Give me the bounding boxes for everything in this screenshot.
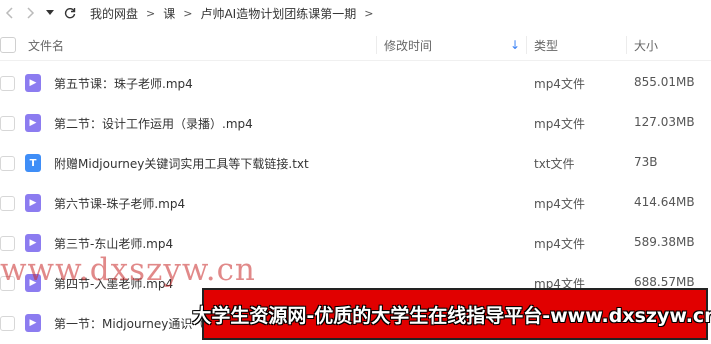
file-name[interactable]: 附赠Midjourney关键词实用工具等下载链接.txt [54,155,309,172]
row-checkbox[interactable] [0,116,15,131]
table-header: 文件名 修改时间 ↓ 类型 大小 [0,30,711,61]
breadcrumb-separator-icon: > [146,6,156,20]
watermark-url: www.dxszyw.cn [0,252,256,288]
watermark-banner-text: 大学生资源网-优质的大学生在线指导平台-www.dxszyw.cn [192,304,711,327]
row-checkbox[interactable] [0,236,15,251]
row-checkbox[interactable] [0,196,15,211]
back-icon[interactable] [0,2,20,24]
file-type: mp4文件 [534,237,585,251]
file-size: 127.03MB [634,115,695,129]
table-row[interactable]: ▶ 第六节课-珠子老师.mp4 mp4文件 414.64MB [0,183,711,223]
file-size: 414.64MB [634,195,695,209]
file-type: txt文件 [534,157,575,171]
table-row[interactable]: T 附赠Midjourney关键词实用工具等下载链接.txt txt文件 73B [0,143,711,183]
file-name[interactable]: 第五节课：珠子老师.mp4 [54,75,193,92]
history-dropdown-icon[interactable] [40,2,60,24]
file-name[interactable]: 第三节-东山老师.mp4 [54,235,173,252]
breadcrumb-my-drive[interactable]: 我的网盘 [90,5,138,22]
file-name[interactable]: 第一节：Midjourney通识（ [54,315,204,332]
video-file-icon: ▶ [25,234,41,252]
sort-descending-icon[interactable]: ↓ [510,38,520,52]
breadcrumb-folder-course[interactable]: 课 [163,5,175,22]
watermark-banner: 大学生资源网-优质的大学生在线指导平台-www.dxszyw.cn [192,288,711,340]
file-size: 589.38MB [634,235,695,249]
row-checkbox[interactable] [0,76,15,91]
table-row[interactable]: ▶ 第五节课：珠子老师.mp4 mp4文件 855.01MB [0,63,711,103]
video-file-icon: ▶ [25,314,41,332]
file-size: 688.57MB [634,275,695,289]
column-header-name[interactable]: 文件名 [28,37,64,54]
file-name[interactable]: 第六节课-珠子老师.mp4 [54,195,185,212]
column-header-size[interactable]: 大小 [634,37,658,54]
select-all-checkbox[interactable] [0,37,16,53]
column-header-modified[interactable]: 修改时间 [384,37,432,54]
column-divider[interactable] [626,36,627,54]
column-divider[interactable] [526,36,527,54]
file-type: mp4文件 [534,197,585,211]
video-file-icon: ▶ [25,194,41,212]
column-divider[interactable] [376,36,377,54]
file-type: mp4文件 [534,117,585,131]
row-checkbox[interactable] [0,316,15,331]
file-type: mp4文件 [534,77,585,91]
breadcrumb-separator-icon: > [183,6,193,20]
video-file-icon: ▶ [25,114,41,132]
forward-icon[interactable] [20,2,40,24]
breadcrumb-folder-current[interactable]: 卢帅AI造物计划团练课第一期 [200,5,356,22]
video-file-icon: ▶ [25,74,41,92]
breadcrumb-separator-icon: > [364,6,374,20]
file-name[interactable]: 第二节：设计工作运用（录播）.mp4 [54,115,253,132]
breadcrumb: 我的网盘 > 课 > 卢帅AI造物计划团练课第一期 > [90,5,381,22]
file-size: 855.01MB [634,75,695,89]
navigation-bar: 我的网盘 > 课 > 卢帅AI造物计划团练课第一期 > [0,0,711,26]
refresh-icon[interactable] [60,2,80,24]
text-file-icon: T [25,154,41,172]
table-row[interactable]: ▶ 第二节：设计工作运用（录播）.mp4 mp4文件 127.03MB [0,103,711,143]
column-header-type[interactable]: 类型 [534,37,558,54]
row-checkbox[interactable] [0,156,15,171]
file-size: 73B [634,155,658,169]
